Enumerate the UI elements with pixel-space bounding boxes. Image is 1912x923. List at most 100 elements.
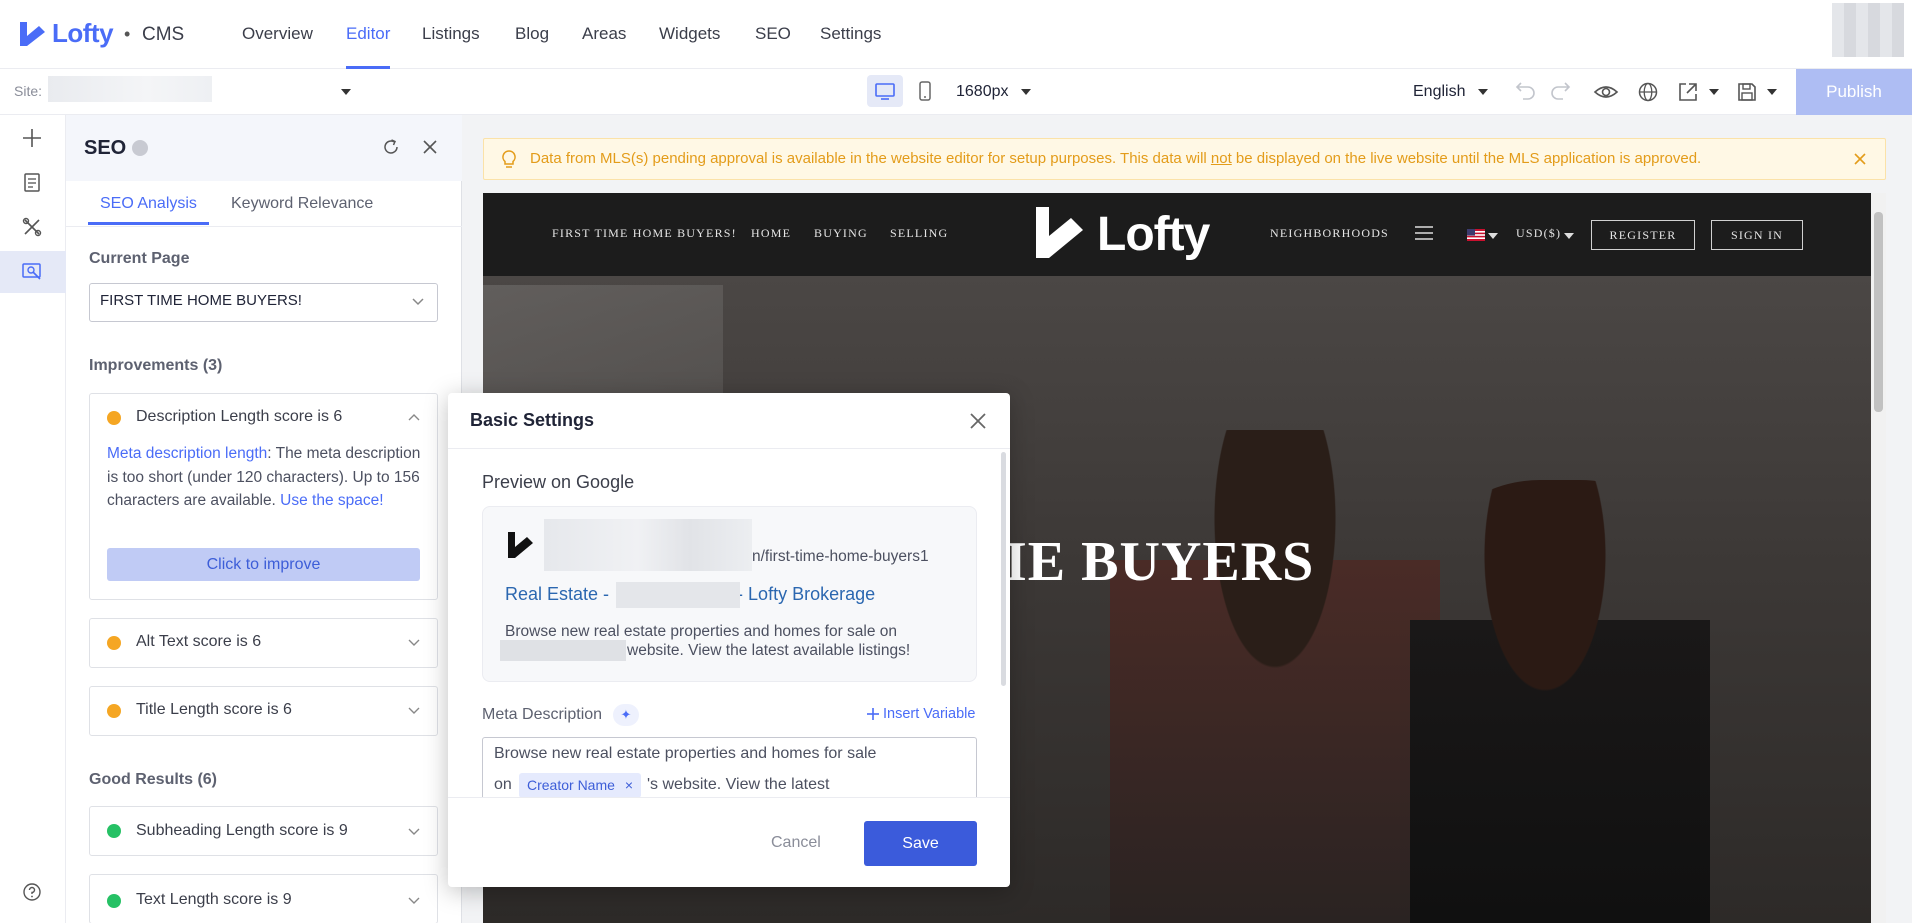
variable-chip-creator-name[interactable]: Creator Name × [519, 773, 641, 798]
ai-sparkle-icon[interactable]: ✦ [613, 704, 639, 726]
seo-help-icon[interactable] [132, 140, 148, 156]
publish-button[interactable]: Publish [1796, 69, 1912, 115]
favicon-logo-icon [506, 530, 536, 560]
tab-active-indicator [88, 222, 209, 225]
undo-icon[interactable] [1513, 81, 1535, 101]
hero-title[interactable]: IE BUYERS [1005, 530, 1314, 594]
viewport-caret-icon[interactable] [1021, 89, 1031, 95]
cancel-button[interactable]: Cancel [771, 834, 821, 852]
save-disk-icon[interactable] [1736, 81, 1758, 103]
nav-listings[interactable]: Listings [422, 24, 480, 44]
modal-scrollbar[interactable] [1001, 452, 1006, 686]
chevron-up-icon[interactable] [408, 413, 420, 421]
export-caret-icon[interactable] [1709, 89, 1719, 95]
language-caret-icon[interactable] [1478, 89, 1488, 95]
chevron-down-icon[interactable] [408, 828, 420, 836]
current-page-value: FIRST TIME HOME BUYERS! [100, 292, 302, 309]
site-sign-in-button[interactable]: SIGN IN [1711, 220, 1803, 250]
lightbulb-icon [500, 149, 518, 169]
insert-variable-button[interactable]: Insert Variable [866, 706, 975, 722]
currency-caret-icon[interactable] [1564, 233, 1574, 239]
save-caret-icon[interactable] [1767, 89, 1777, 95]
improvement-title: Alt Text score is 6 [136, 633, 262, 650]
nav-seo[interactable]: SEO [755, 24, 791, 44]
us-flag-icon[interactable] [1467, 229, 1485, 241]
refresh-icon[interactable] [381, 137, 401, 157]
nav-overview[interactable]: Overview [242, 24, 313, 44]
modal-header-divider [448, 448, 1010, 449]
viewport-width-select[interactable]: 1680px [956, 83, 1009, 101]
logo-separator: • [124, 24, 131, 44]
site-register-button[interactable]: REGISTER [1591, 220, 1695, 250]
help-icon[interactable] [22, 882, 42, 902]
tab-seo-analysis[interactable]: SEO Analysis [100, 195, 197, 213]
improvement-title: Title Length score is 6 [136, 701, 292, 718]
close-banner-icon[interactable] [1853, 152, 1867, 166]
good-result-title: Text Length score is 9 [136, 891, 292, 908]
seo-tool-icon[interactable] [21, 261, 43, 283]
design-tools-icon[interactable] [21, 216, 43, 238]
good-status-icon [107, 824, 121, 838]
site-label: Site: [14, 83, 43, 99]
seo-panel-title: SEO [84, 137, 127, 159]
current-page-label: Current Page [89, 250, 190, 267]
improvements-title: Improvements (3) [89, 357, 223, 374]
site-nav-buying[interactable]: BUYING [814, 226, 868, 241]
pages-icon[interactable] [22, 171, 42, 193]
save-button[interactable]: Save [864, 821, 977, 866]
logo-text[interactable]: Lofty [52, 18, 114, 49]
site-nav-home[interactable]: HOME [751, 226, 791, 241]
mobile-view-button[interactable] [916, 80, 934, 102]
meta-description-length-link[interactable]: Meta description length [107, 445, 267, 462]
chevron-down-icon[interactable] [408, 707, 420, 715]
product-name: CMS [142, 24, 185, 45]
site-nav-selling[interactable]: SELLING [890, 226, 948, 241]
globe-icon[interactable] [1637, 81, 1659, 103]
add-element-icon[interactable] [21, 127, 43, 149]
export-icon[interactable] [1677, 81, 1699, 103]
click-to-improve-button[interactable]: Click to improve [107, 548, 420, 581]
chevron-down-icon[interactable] [408, 639, 420, 647]
language-select[interactable]: English [1413, 83, 1465, 101]
hero-person-man [1110, 430, 1440, 923]
meta-description-after-chip: 's website. View the latest [647, 776, 830, 793]
chevron-down-icon[interactable] [411, 297, 425, 307]
remove-chip-icon[interactable]: × [625, 777, 633, 793]
google-desc-redacted [500, 640, 626, 661]
site-logo-text[interactable]: Lofty [1097, 207, 1210, 262]
site-domain-redacted [544, 519, 752, 571]
hamburger-menu-icon[interactable] [1414, 225, 1434, 241]
modal-footer-divider [448, 797, 1010, 798]
nav-editor[interactable]: Editor [346, 24, 390, 44]
modal-title: Basic Settings [470, 410, 595, 430]
warning-status-icon [107, 636, 121, 650]
lofty-logo-icon [18, 20, 48, 48]
use-the-space-link[interactable]: Use the space! [280, 492, 383, 509]
chevron-down-icon[interactable] [408, 897, 420, 905]
nav-blog[interactable]: Blog [515, 24, 549, 44]
nav-settings[interactable]: Settings [820, 24, 881, 44]
nav-areas[interactable]: Areas [582, 24, 626, 44]
site-nav-neighborhoods[interactable]: NEIGHBORHOODS [1270, 226, 1389, 241]
flag-caret-icon[interactable] [1488, 233, 1498, 239]
close-modal-icon[interactable] [969, 412, 987, 430]
improvement-title: Description Length score is 6 [136, 408, 343, 425]
meta-description-label: Meta Description [482, 706, 603, 723]
tab-keyword-relevance[interactable]: Keyword Relevance [231, 195, 373, 213]
good-status-icon [107, 894, 121, 908]
good-results-title: Good Results (6) [89, 771, 218, 788]
nav-widgets[interactable]: Widgets [659, 24, 720, 44]
currency-select[interactable]: USD($) [1516, 226, 1561, 241]
warning-status-icon [107, 411, 121, 425]
preview-eye-icon[interactable] [1593, 82, 1619, 102]
redo-icon[interactable] [1551, 81, 1573, 101]
site-nav-first-time-buyers[interactable]: FIRST TIME HOME BUYERS! [552, 226, 737, 241]
hero-person-woman [1410, 480, 1710, 923]
close-panel-icon[interactable] [421, 138, 439, 156]
site-selector-caret-icon[interactable] [341, 89, 351, 95]
user-avatar[interactable] [1832, 3, 1904, 57]
google-preview-url: n/first-time-home-buyers1 [752, 548, 929, 565]
desktop-view-button[interactable] [867, 75, 903, 107]
site-selector-value[interactable] [48, 76, 212, 102]
preview-scroll-thumb[interactable] [1874, 212, 1883, 412]
